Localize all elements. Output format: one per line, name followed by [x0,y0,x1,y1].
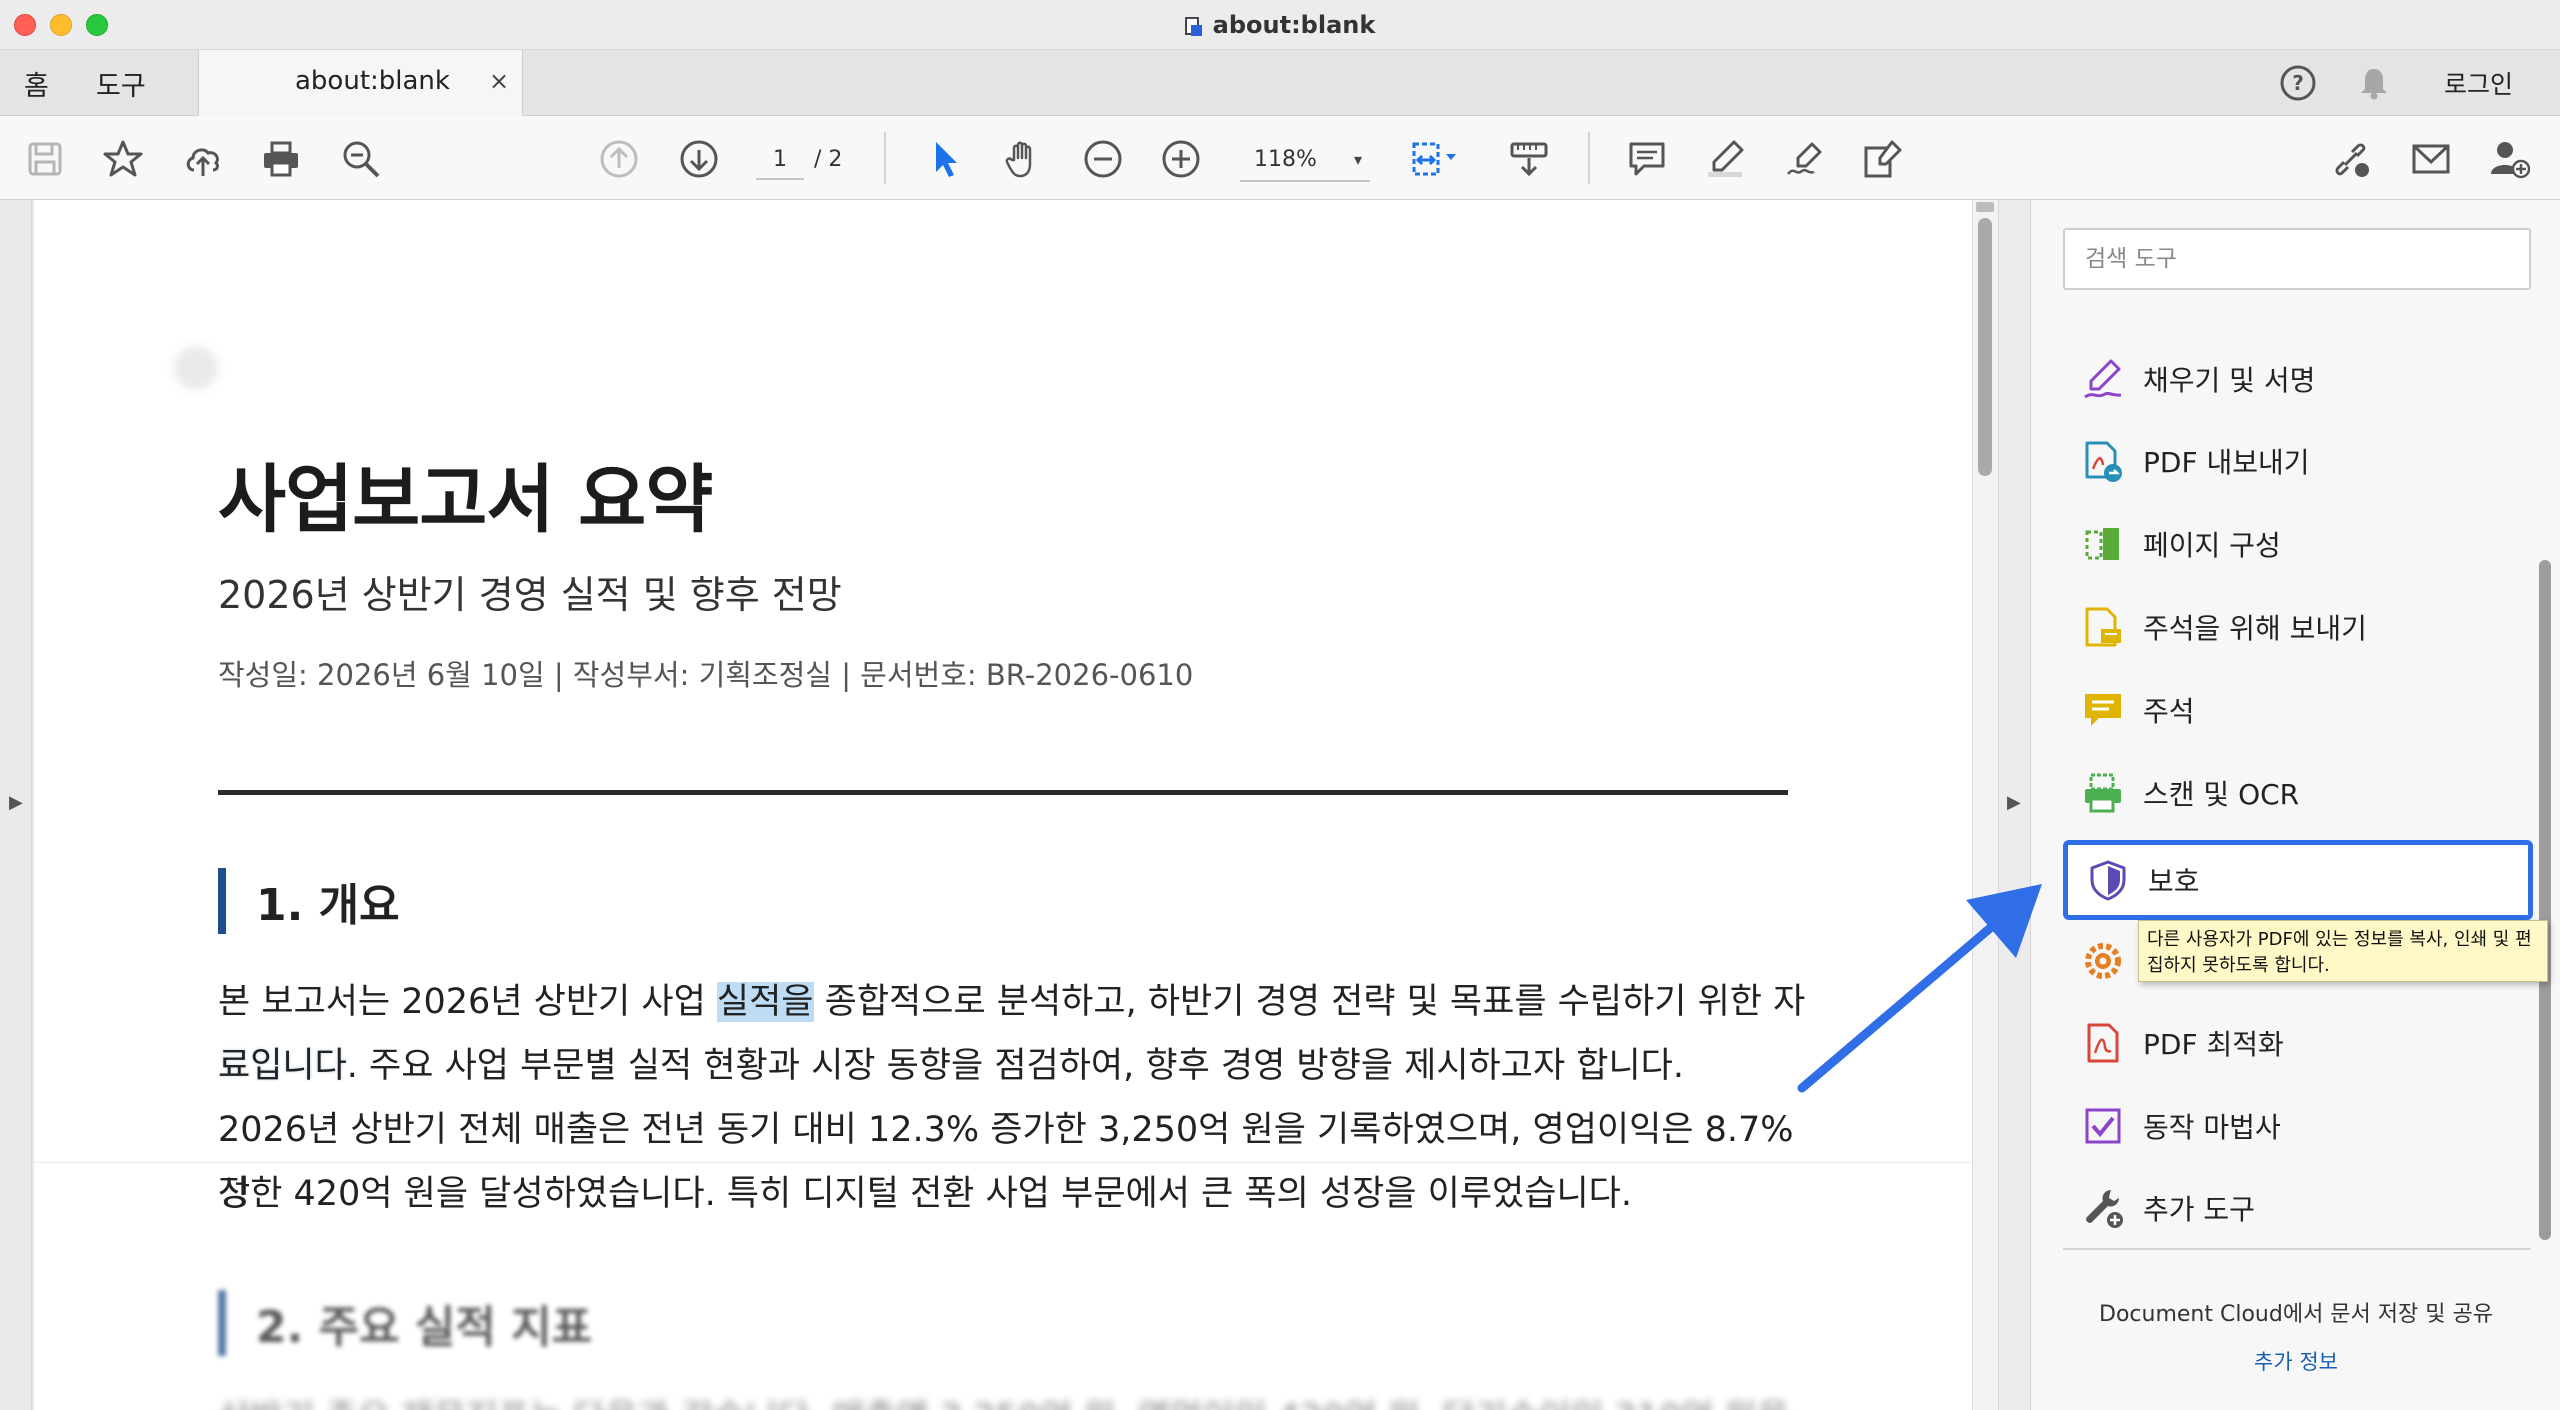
add-comment-icon[interactable] [1624,136,1670,182]
organize-pages-icon [2077,518,2129,570]
add-user-icon[interactable] [2486,136,2532,182]
zoom-search-icon[interactable] [338,136,384,182]
document-meta: 작성일: 2026년 6월 10일 | 작성부서: 기획조정실 | 문서번호: … [218,658,1194,692]
document-title: 사업보고서 요약 [218,457,713,543]
tool-search-input[interactable]: 검색 도구 [2063,228,2531,290]
right-panel-toggle[interactable]: ▶ [1998,200,2030,1410]
gear-icon [2077,935,2129,987]
protect-shield-icon [2082,854,2134,906]
tool-label: 채우기 및 서명 [2143,364,2316,397]
title-divider [218,790,1788,795]
scroll-mode-icon[interactable] [1506,136,1552,182]
cloud-upload-icon[interactable] [180,136,226,182]
next-page-icon[interactable] [676,136,722,182]
email-icon[interactable] [2408,136,2454,182]
svg-text:?: ? [2292,71,2304,95]
tool-label: PDF 내보내기 [2143,446,2310,479]
document-viewer: ▶ 사업보고서 요약 2026년 상반기 경영 실적 및 향후 전망 작성일: … [0,200,2030,1410]
tool-export-pdf[interactable]: PDF 내보내기 [2063,426,2533,496]
document-subtitle: 2026년 상반기 경영 실적 및 향후 전망 [218,573,842,617]
edit-text-icon[interactable] [1860,136,1906,182]
tool-send-for-comments[interactable]: 주석을 위해 보내기 [2063,592,2533,662]
window-title: about:blank [1212,11,1376,39]
tool-label: PDF 최적화 [2143,1028,2284,1061]
zoom-out-icon[interactable] [1080,136,1126,182]
more-tools-icon [2077,1182,2129,1234]
action-wizard-icon [2077,1100,2129,1152]
fit-page-icon[interactable] [1406,136,1466,182]
chevron-down-icon: ▾ [1353,150,1362,169]
tool-label: 동작 마법사 [2143,1111,2281,1144]
tool-fill-sign[interactable]: 채우기 및 서명 [2063,344,2533,414]
scrollbar-cap [1976,202,1994,212]
zoom-in-icon[interactable] [1158,136,1204,182]
tab-bar: 홈 도구 about:blank × ? 로그인 [0,50,2560,117]
tab-tools[interactable]: 도구 [96,50,146,116]
tool-label: 보호 [2148,865,2200,898]
more-info-link[interactable]: 추가 정보 [2031,1346,2560,1376]
optimize-pdf-icon [2077,1017,2129,1069]
tools-pane: 검색 도구 채우기 및 서명 PDF 내보내기 페이지 구성 주석을 위해 보내… [2030,200,2560,1410]
tool-optimize-pdf[interactable]: PDF 최적화 [2063,1008,2533,1078]
save-icon[interactable] [22,136,68,182]
tool-organize-pages[interactable]: 페이지 구성 [2063,509,2533,579]
scan-ocr-icon [2077,767,2129,819]
zoom-level-value: 118% [1254,147,1317,172]
toolbar-divider [884,132,886,184]
fill-sign-icon [2077,353,2129,405]
decorative-dot [174,346,218,390]
protect-tooltip: 다른 사용자가 PDF에 있는 정보를 복사, 인쇄 및 편집하지 못하도록 합… [2138,920,2548,982]
tool-comment[interactable]: 주석 [2063,675,2533,745]
document-icon [1184,15,1203,36]
tools-pane-scrollbar[interactable] [2539,560,2551,1240]
tab-home[interactable]: 홈 [24,50,49,116]
pdf-page: 사업보고서 요약 2026년 상반기 경영 실적 및 향후 전망 작성일: 20… [34,200,1972,1410]
collapse-tools-pane-icon[interactable]: ▶ [2007,792,2021,813]
highlighter-icon[interactable] [1702,136,1748,182]
login-button[interactable]: 로그인 [2444,50,2513,116]
tool-label: 스캔 및 OCR [2143,778,2300,811]
window-title-group: about:blank [0,0,2560,50]
print-icon[interactable] [258,136,304,182]
document-cloud-text: Document Cloud에서 문서 저장 및 공유 [2099,1302,2493,1327]
tool-action-wizard[interactable]: 동작 마법사 [2063,1091,2533,1161]
tool-scan-ocr[interactable]: 스캔 및 OCR [2063,758,2533,828]
page-total: / 2 [814,147,843,172]
tool-more-tools[interactable]: 추가 도구 [2063,1173,2533,1243]
tab-close-button[interactable]: × [489,67,509,95]
zoom-level-select[interactable]: 118% ▾ [1240,138,1370,182]
main-toolbar: 1 / 2 118% ▾ [0,116,2560,200]
star-icon[interactable] [100,136,146,182]
document-scrollbar[interactable] [1972,200,1998,1410]
hand-tool-icon[interactable] [1000,136,1046,182]
sign-pen-icon[interactable] [1782,136,1828,182]
select-cursor-icon[interactable] [922,136,968,182]
tool-label: 주석 [2143,695,2195,728]
section-heading-overview: 1. 개요 [218,868,400,934]
title-bar: about:blank [0,0,2560,50]
page-number-input[interactable]: 1 [756,140,804,180]
tool-label: 추가 도구 [2143,1193,2255,1226]
expand-left-panel-icon[interactable]: ▶ [9,792,23,813]
tool-protect[interactable]: 보호 [2063,840,2533,920]
tab-document[interactable]: about:blank × [198,50,523,117]
comment-icon [2077,684,2129,736]
send-comments-icon [2077,601,2129,653]
left-panel-toggle[interactable]: ▶ [0,200,32,1410]
scrollbar-thumb[interactable] [1978,218,1992,476]
tools-divider [2063,1248,2531,1250]
tool-label: 페이지 구성 [2143,529,2281,562]
bell-icon[interactable] [2354,50,2394,116]
export-pdf-icon [2077,435,2129,487]
tool-label: 주석을 위해 보내기 [2143,612,2367,645]
toolbar-divider [1588,132,1590,184]
share-link-icon[interactable] [2328,136,2374,182]
previous-page-icon[interactable] [596,136,642,182]
tab-document-label: about:blank [295,66,450,96]
help-icon[interactable]: ? [2278,50,2318,116]
